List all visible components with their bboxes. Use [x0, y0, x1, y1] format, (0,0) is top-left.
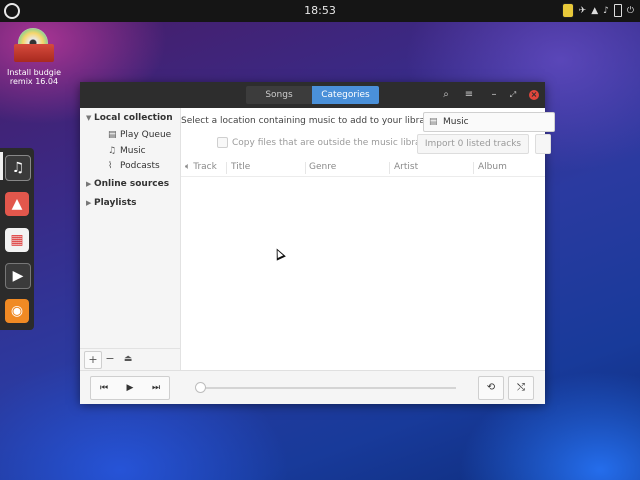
- sidebar-item-label: Podcasts: [120, 161, 160, 171]
- power-icon[interactable]: ⏻: [627, 4, 634, 18]
- notification-icon[interactable]: ▲: [591, 4, 598, 18]
- clock[interactable]: 18:53: [0, 4, 640, 17]
- expanded-arrow-icon: ▼: [86, 114, 92, 122]
- column-divider: [305, 162, 306, 174]
- restore-icon[interactable]: ⤢: [505, 87, 521, 103]
- folder-label: Music: [443, 117, 469, 127]
- system-tray: ✈ ▲ ♪ ⏻: [561, 3, 634, 18]
- seek-slider[interactable]: [200, 387, 456, 389]
- network-icon[interactable]: ✈: [579, 4, 587, 18]
- remove-icon[interactable]: −: [102, 351, 118, 367]
- column-title[interactable]: Title: [231, 162, 250, 172]
- tab-songs[interactable]: Songs: [246, 86, 312, 104]
- add-icon[interactable]: +: [84, 351, 102, 369]
- column-genre[interactable]: Genre: [309, 162, 336, 172]
- location-prompt: Select a location containing music to ad…: [181, 116, 437, 126]
- bell-icon[interactable]: ♪: [603, 4, 609, 18]
- sidebar-item-online-sources[interactable]: ▶ Online sources: [86, 179, 169, 189]
- track-list-header: 🔈︎ Track Title Genre Artist Album: [181, 160, 545, 177]
- sidebar-item-label: Local collection: [94, 113, 173, 123]
- column-label: Track: [193, 162, 217, 172]
- seek-handle[interactable]: [195, 382, 206, 393]
- sidebar-item-podcasts[interactable]: ⌇ Podcasts: [108, 161, 160, 171]
- podcast-icon: ⌇: [108, 161, 113, 171]
- copy-files-label: Copy files that are outside the music li…: [232, 137, 430, 148]
- tab-categories[interactable]: Categories: [312, 86, 379, 104]
- sidebar-item-playlists[interactable]: ▶ Playlists: [86, 198, 137, 208]
- sidebar-item-label: Music: [120, 146, 146, 156]
- sidebar-item-label: Play Queue: [120, 130, 172, 140]
- column-divider: [389, 162, 390, 174]
- desktop-icon-label: Install budgie remix 16.04: [6, 68, 62, 86]
- sidebar-item-label: Online sources: [94, 179, 170, 189]
- import-options-button[interactable]: [535, 134, 551, 154]
- dock: ♫ ▲ ▦ ▶ ◉: [0, 148, 34, 330]
- music-window: Songs Categories ⌕ ≡ – ⤢ × ▼ Local collec…: [80, 82, 555, 404]
- column-divider: [226, 162, 227, 174]
- music-note-icon: ♫: [108, 146, 117, 156]
- close-icon[interactable]: ×: [529, 90, 539, 100]
- dock-video-icon[interactable]: ▶: [5, 263, 31, 289]
- column-album[interactable]: Album: [478, 162, 507, 172]
- copy-files-option[interactable]: Copy files that are outside the music li…: [217, 137, 430, 148]
- minimize-icon[interactable]: –: [486, 87, 502, 103]
- playback-controls: ⏮ ▶ ⏭: [90, 376, 170, 400]
- repeat-icon[interactable]: ⟲: [478, 376, 504, 400]
- column-divider: [473, 162, 474, 174]
- search-icon[interactable]: ⌕: [438, 87, 454, 103]
- column-track[interactable]: 🔈︎ Track: [185, 162, 217, 172]
- speaker-icon: 🔈︎: [185, 162, 191, 172]
- collapsed-arrow-icon: ▶: [86, 199, 92, 207]
- headerbar: Songs Categories ⌕ ≡ – ⤢ ×: [80, 82, 545, 108]
- play-icon[interactable]: ▶: [117, 377, 143, 399]
- dock-photos-icon[interactable]: ▲: [5, 192, 29, 216]
- sidebar-toolbar: + − ⏏: [80, 348, 180, 371]
- next-icon[interactable]: ⏭: [143, 377, 169, 399]
- sidebar-item-label: Playlists: [94, 198, 137, 208]
- dock-firefox-icon[interactable]: ◉: [5, 299, 29, 323]
- installer-icon: [14, 26, 54, 64]
- import-tracks-button[interactable]: Import 0 listed tracks: [417, 134, 529, 154]
- dock-active-indicator: [0, 152, 3, 180]
- collapsed-arrow-icon: ▶: [86, 180, 92, 188]
- playback-bar: ⏮ ▶ ⏭ ⟲ ⤭: [80, 370, 545, 404]
- previous-icon[interactable]: ⏮: [91, 377, 117, 399]
- desktop-icon-install[interactable]: Install budgie remix 16.04: [6, 26, 62, 86]
- tray-app-icon[interactable]: [561, 3, 574, 18]
- shuffle-icon[interactable]: ⤭: [508, 376, 534, 400]
- sidebar: ▼ Local collection ▤ Play Queue ♫ Music ⌇ Po…: [80, 108, 181, 371]
- dock-music-icon[interactable]: ♫: [5, 155, 31, 181]
- sidebar-item-play-queue[interactable]: ▤ Play Queue: [108, 130, 171, 140]
- dock-calendar-icon[interactable]: ▦: [5, 228, 29, 252]
- top-panel: 18:53 ✈ ▲ ♪ ⏻: [0, 0, 640, 22]
- play-queue-icon: ▤: [108, 130, 117, 140]
- folder-icon: ▤: [429, 117, 438, 127]
- copy-files-checkbox[interactable]: [217, 137, 228, 148]
- library-import-panel: Select a location containing music to ad…: [181, 108, 555, 370]
- menu-icon[interactable]: ≡: [461, 87, 477, 103]
- battery-icon[interactable]: [613, 4, 622, 17]
- sidebar-item-local-collection[interactable]: ▼ Local collection: [86, 113, 173, 123]
- folder-chooser-button[interactable]: ▤ Music: [423, 112, 555, 132]
- view-switcher: Songs Categories: [246, 86, 379, 104]
- eject-icon[interactable]: ⏏: [120, 351, 136, 367]
- sidebar-item-music[interactable]: ♫ Music: [108, 146, 146, 156]
- column-artist[interactable]: Artist: [394, 162, 418, 172]
